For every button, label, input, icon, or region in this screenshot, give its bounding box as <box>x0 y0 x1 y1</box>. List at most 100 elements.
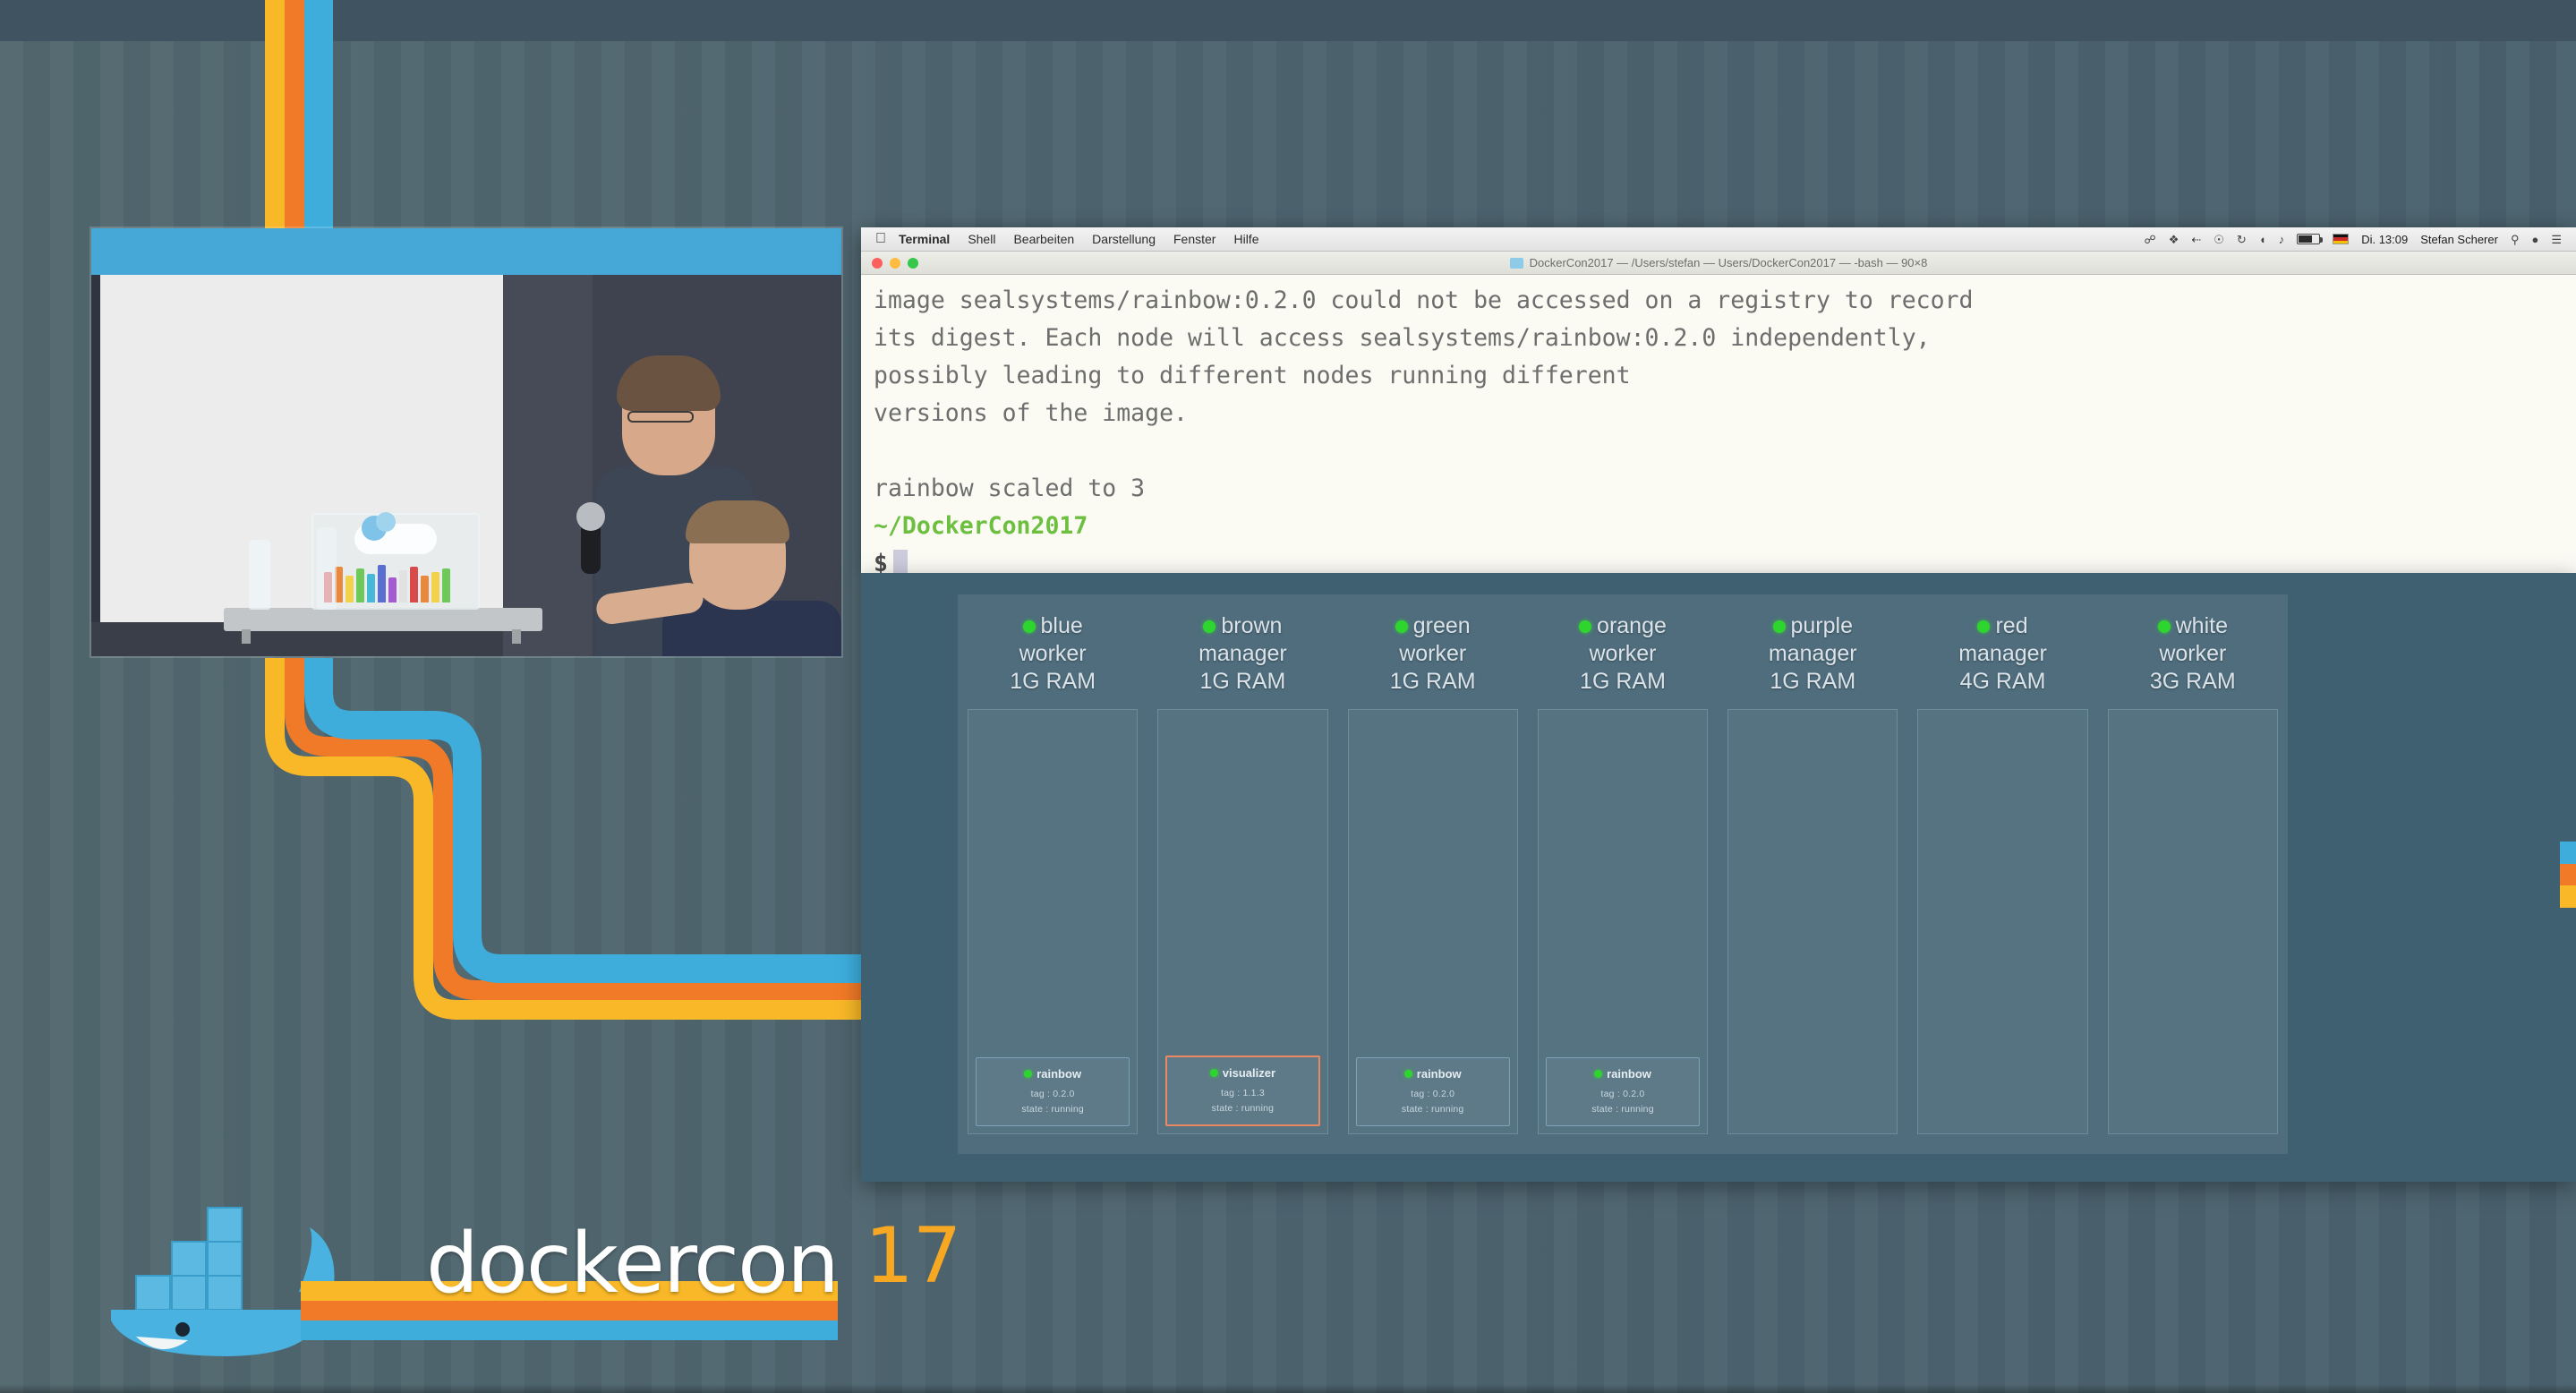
terminal-title-bar[interactable]: DockerCon2017 — /Users/stefan — Users/Do… <box>861 252 2576 275</box>
menu-item-bearbeiten[interactable]: Bearbeiten <box>1013 232 1074 246</box>
node-name-label: red <box>1995 613 2028 638</box>
swarm-visualizer-window[interactable]: blue worker 1G RAM rainbow tag : 0.2.0 s… <box>861 573 2576 1182</box>
terminal-title: DockerCon2017 — /Users/stefan — Users/Do… <box>1509 256 1928 269</box>
node-role-label: worker <box>2159 641 2227 666</box>
node-name-label: green <box>1412 613 1471 638</box>
stage-backdrop-band <box>91 228 841 275</box>
window-controls[interactable] <box>872 257 918 269</box>
bottom-shadow <box>0 1384 2576 1393</box>
wifi-icon[interactable]: ◖ <box>2259 234 2266 245</box>
node-name-label: white <box>2175 613 2228 638</box>
menu-bar-status-area[interactable]: ☍ ❖ ⇠ ☉ ↻ ◖ ♪ Di. 13:09 Stefan Scherer ⚲… <box>2145 233 2567 246</box>
node-header: red manager 4G RAM <box>1958 594 2047 709</box>
menu-item-terminal[interactable]: Terminal <box>899 232 950 246</box>
node-ram-label: 1G RAM <box>1199 669 1286 694</box>
node-column-orange[interactable]: orange worker 1G RAM rainbow tag : 0.2.0 <box>1528 594 1718 1154</box>
task-card[interactable]: rainbow tag : 0.2.0 state : running <box>1545 1057 1701 1126</box>
menu-item-shell[interactable]: Shell <box>968 232 995 246</box>
terminal-cwd-line: ~/DockerCon2017 <box>874 512 1088 540</box>
cluster-led-strip <box>324 563 471 602</box>
flag-de-icon[interactable] <box>2333 234 2350 244</box>
menu-item-darstellung[interactable]: Darstellung <box>1092 232 1156 246</box>
menu-bar-username[interactable]: Stefan Scherer <box>2420 233 2498 246</box>
timemachine-icon[interactable]: ↻ <box>2237 234 2247 245</box>
edge-accent-stripes <box>2560 842 2576 908</box>
node-task-area[interactable]: rainbow tag : 0.2.0 state : running <box>968 709 1139 1134</box>
node-column-green[interactable]: green worker 1G RAM rainbow tag : 0.2.0 <box>1338 594 1528 1154</box>
visualizer-node-grid: blue worker 1G RAM rainbow tag : 0.2.0 s… <box>958 594 2288 1154</box>
dockercon-logo: dockercon 17 <box>93 1186 961 1356</box>
battery-icon[interactable] <box>2297 234 2324 244</box>
node-task-area[interactable]: rainbow tag : 0.2.0 state : running <box>1537 709 1709 1134</box>
video-inset <box>91 228 841 656</box>
minimize-button[interactable] <box>890 257 900 269</box>
terminal-title-label: DockerCon2017 — /Users/stefan — Users/Do… <box>1529 256 1928 269</box>
folder-icon <box>1509 257 1523 269</box>
task-status-icon <box>1024 1070 1033 1078</box>
task-state-row: state : running <box>1591 1104 1654 1115</box>
node-ram-label: 3G RAM <box>2149 669 2236 694</box>
node-task-area[interactable] <box>2107 709 2278 1134</box>
dockercon-ribbon-graphic <box>265 0 985 1020</box>
menu-bar-clock[interactable]: Di. 13:09 <box>2361 233 2408 246</box>
vpn-icon[interactable]: ☉ <box>2213 234 2224 245</box>
node-task-area[interactable]: visualizer tag : 1.1.3 state : running <box>1157 709 1328 1134</box>
node-column-red[interactable]: red manager 4G RAM <box>1907 594 2097 1154</box>
task-tag-value: 0.2.0 <box>1432 1089 1455 1099</box>
task-tag-key: tag <box>1220 1088 1235 1098</box>
task-tag-value: 0.2.0 <box>1053 1089 1075 1099</box>
zoom-button[interactable] <box>908 257 918 269</box>
usb-icon[interactable]: ☍ <box>2145 234 2156 245</box>
node-role-label: manager <box>1198 641 1287 666</box>
node-status-icon <box>1022 620 1036 633</box>
task-state-value: running <box>1051 1104 1084 1115</box>
node-column-blue[interactable]: blue worker 1G RAM rainbow tag : 0.2.0 s… <box>958 594 1147 1154</box>
node-status-icon <box>2157 620 2171 633</box>
siri-icon[interactable]: ● <box>2531 234 2538 245</box>
node-header: green worker 1G RAM <box>1390 594 1476 709</box>
node-ram-label: 1G RAM <box>1580 669 1666 694</box>
task-tag-key: tag <box>1030 1089 1045 1099</box>
task-card[interactable]: rainbow tag : 0.2.0 state : running <box>1355 1057 1510 1126</box>
close-button[interactable] <box>872 257 883 269</box>
node-task-area[interactable] <box>1917 709 2088 1134</box>
task-card-highlighted[interactable]: visualizer tag : 1.1.3 state : running <box>1165 1055 1320 1126</box>
table-leg <box>512 629 521 644</box>
terminal-line: image sealsystems/rainbow:0.2.0 could no… <box>874 286 1974 314</box>
task-tag-key: tag <box>1600 1089 1615 1099</box>
task-name-label: rainbow <box>1607 1067 1651 1081</box>
node-status-icon <box>1579 620 1592 633</box>
macos-menu-bar[interactable]:  Terminal Shell Bearbeiten Darstellung … <box>861 227 2576 252</box>
node-role-label: manager <box>1958 641 2047 666</box>
presenter-seated <box>594 500 841 656</box>
terminal-line: possibly leading to different nodes runn… <box>874 362 1631 389</box>
node-task-area[interactable]: rainbow tag : 0.2.0 state : running <box>1347 709 1518 1134</box>
node-task-area[interactable] <box>1727 709 1898 1134</box>
bluetooth-icon[interactable]: ⇠ <box>2191 234 2201 245</box>
task-state-key: state <box>1021 1104 1044 1115</box>
spotlight-search-icon[interactable]: ⚲ <box>2511 234 2520 245</box>
terminal-window[interactable]:  Terminal Shell Bearbeiten Darstellung … <box>861 227 2576 573</box>
node-status-icon <box>1203 620 1216 633</box>
apple-logo-icon[interactable]:  <box>875 232 886 246</box>
notification-center-icon[interactable]: ☰ <box>2551 234 2562 245</box>
node-name-label: purple <box>1790 613 1854 638</box>
node-column-brown[interactable]: brown manager 1G RAM visualizer tag : 1.… <box>1147 594 1337 1154</box>
terminal-output[interactable]: image sealsystems/rainbow:0.2.0 could no… <box>861 275 2576 573</box>
task-status-icon <box>1594 1070 1603 1078</box>
node-column-white[interactable]: white worker 3G RAM <box>2098 594 2288 1154</box>
task-card[interactable]: rainbow tag : 0.2.0 state : running <box>976 1057 1130 1126</box>
volume-icon[interactable]: ♪ <box>2279 234 2285 245</box>
dropbox-icon[interactable]: ❖ <box>2169 234 2179 245</box>
task-state-key: state <box>1211 1103 1233 1114</box>
demo-table <box>224 608 542 631</box>
logo-year: 17 <box>865 1211 961 1301</box>
task-tag-row: tag : 0.2.0 <box>1030 1089 1075 1099</box>
menu-item-hilfe[interactable]: Hilfe <box>1233 232 1258 246</box>
task-name-label: rainbow <box>1416 1067 1462 1081</box>
node-ram-label: 1G RAM <box>1010 669 1096 694</box>
menu-item-fenster[interactable]: Fenster <box>1173 232 1215 246</box>
terminal-cursor[interactable] <box>892 550 908 573</box>
node-ram-label: 1G RAM <box>1389 669 1476 694</box>
node-column-purple[interactable]: purple manager 1G RAM <box>1718 594 1907 1154</box>
